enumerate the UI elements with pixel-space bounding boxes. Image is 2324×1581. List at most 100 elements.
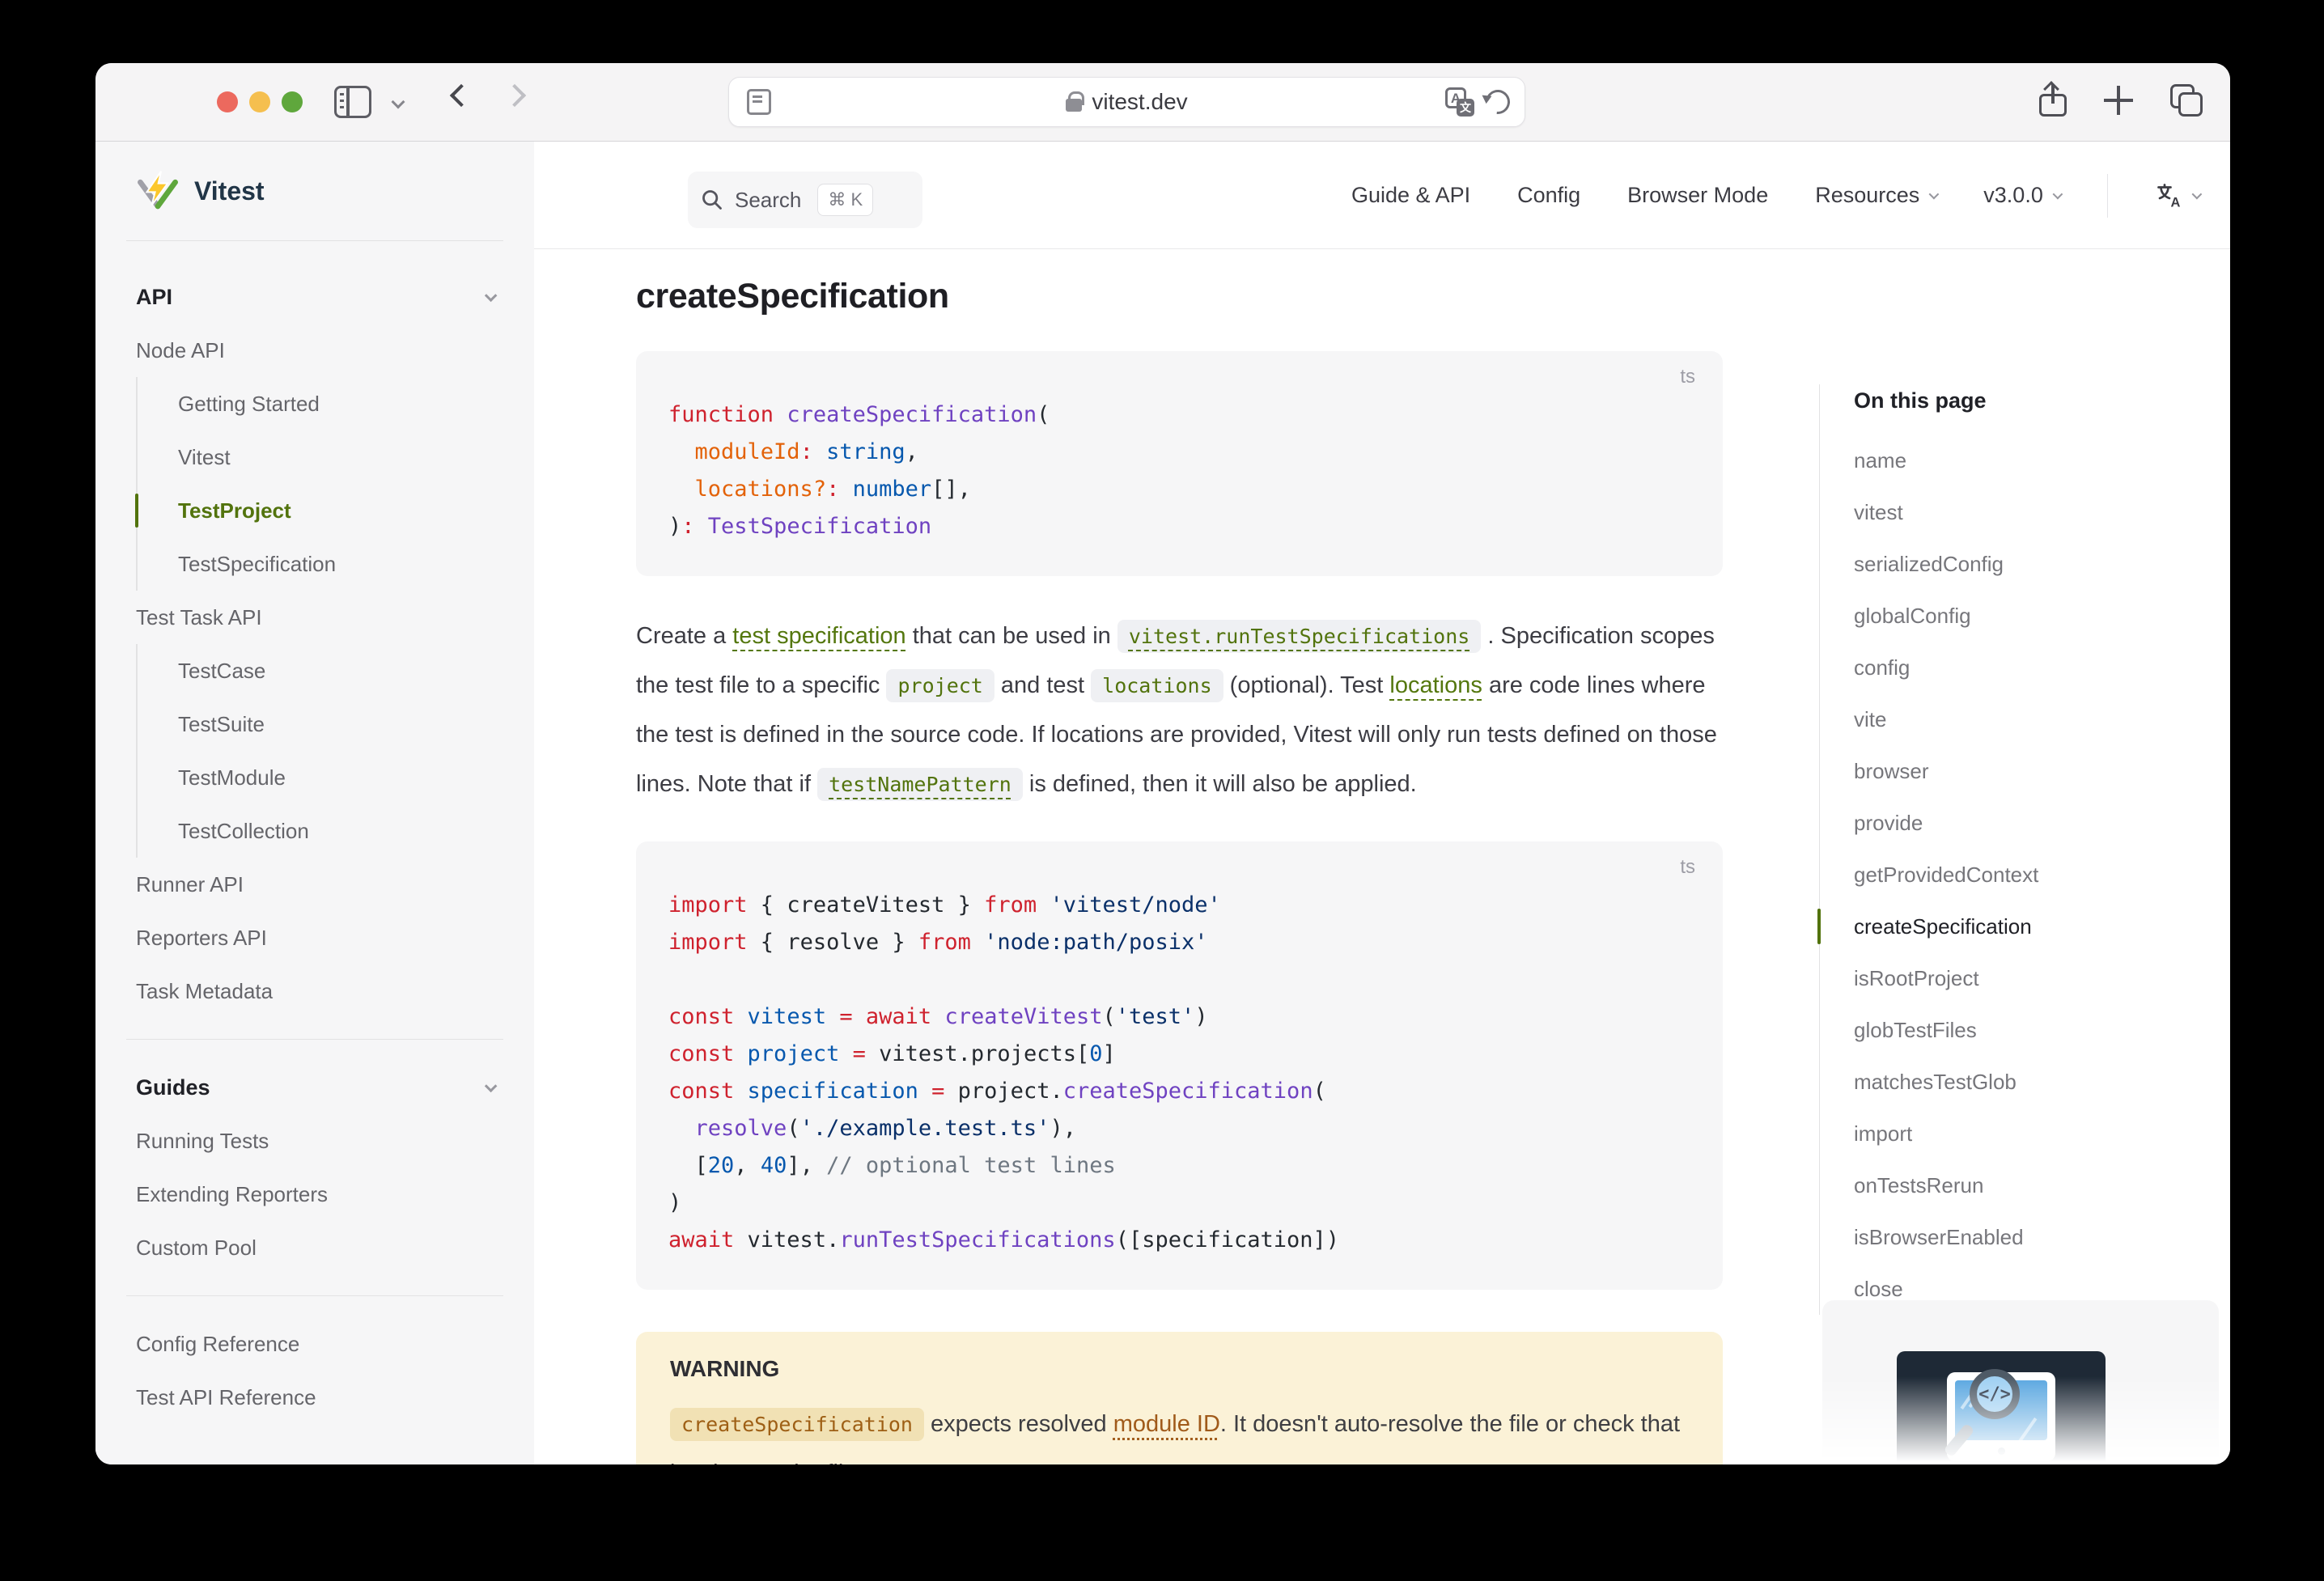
sidebar-menu-chevron-icon[interactable] [392,95,405,109]
sidebar-item-testcase[interactable]: TestCase [136,644,505,697]
description-paragraph: Create a test specification that can be … [636,612,1723,809]
site-title: Vitest [194,176,265,206]
sidebar-item-testspecification[interactable]: TestSpecification [136,537,505,591]
code-line: import { resolve } from 'node:path/posix… [668,924,1690,961]
outline-item-isbrowserenabled[interactable]: isBrowserEnabled [1854,1211,2230,1263]
inline-code[interactable]: locations [1091,669,1223,702]
outline-item-provide[interactable]: provide [1854,797,2230,849]
outline-item-ontestsrerun[interactable]: onTestsRerun [1854,1159,2230,1211]
inline-code[interactable]: vitest.runTestSpecifications [1117,620,1481,653]
translate-icon[interactable]: A 文 [1445,87,1474,117]
outline-item-import[interactable]: import [1854,1108,2230,1159]
sidebar-item-node-api[interactable]: Node API [125,324,505,377]
outline-item-serializedconfig[interactable]: serializedConfig [1854,538,2230,590]
outline-item-name[interactable]: name [1854,434,2230,486]
monitor-illustration: </> [1947,1372,2055,1461]
svg-text:A: A [2170,195,2180,210]
web-page: Vitest APINode APIGetting StartedVitestT… [95,142,2230,1464]
search-placeholder: Search [735,188,801,213]
reload-icon[interactable] [1481,85,1515,119]
code-line: const project = vitest.projects[0] [668,1036,1690,1073]
sidebar-item-vitest[interactable]: Vitest [136,430,505,484]
vitest-logo[interactable]: Vitest [125,142,505,240]
share-icon[interactable] [2039,84,2067,117]
browser-window: vitest.dev A 文 [95,63,2230,1464]
nav-menu-version[interactable]: v3.0.0 [1983,183,2060,208]
close-window-button[interactable] [217,91,238,112]
sidebar-item-testcollection[interactable]: TestCollection [136,804,505,858]
text: is defined, then it will also be applied… [1023,771,1417,797]
sponsor-box[interactable]: </> [1822,1300,2219,1464]
code-lang-badge: ts [1680,856,1695,879]
code-signature[interactable]: function createSpecification( moduleId: … [668,367,1690,545]
sidebar-section-label: API [136,285,172,310]
desktop: vitest.dev A 文 [0,0,2324,1581]
minimize-window-button[interactable] [249,91,270,112]
sidebar-item-running-tests[interactable]: Running Tests [125,1114,505,1168]
code-line: [20, 40], // optional test lines [668,1147,1690,1185]
zoom-window-button[interactable] [282,91,303,112]
url-text: vitest.dev [1092,89,1187,115]
outline-item-globalconfig[interactable]: globalConfig [1854,590,2230,642]
forward-button[interactable] [503,84,526,107]
sidebar-item-test-api-reference[interactable]: Test API Reference [125,1371,505,1424]
text: (optional). Test [1223,672,1390,698]
code-line: const specification = project.createSpec… [668,1073,1690,1110]
outline-item-matchestestglob[interactable]: matchesTestGlob [1854,1056,2230,1108]
url-display: vitest.dev [729,78,1525,126]
sidebar-item-getting-started[interactable]: Getting Started [136,377,505,430]
on-this-page-list: On this page namevitestserializedConfigg… [1819,384,2230,1315]
nav-menu-resources[interactable]: Resources [1815,183,1936,208]
warning-body: createSpecification expects resolved mod… [670,1400,1689,1464]
search-input[interactable]: Search ⌘ K [688,172,922,228]
tab-overview-icon[interactable] [2170,84,2203,117]
vitest-logo-icon [136,169,180,213]
doc-link[interactable]: locations [1389,672,1482,698]
nav-link-browser-mode[interactable]: Browser Mode [1627,183,1768,208]
outline-item-config[interactable]: config [1854,642,2230,693]
doc-link[interactable]: test specification [732,623,905,649]
sidebar-item-testproject[interactable]: TestProject [136,484,505,537]
outline-item-vite[interactable]: vite [1854,693,2230,745]
sidebar-section-guides[interactable]: Guides [125,1061,505,1114]
code-line: import { createVitest } from 'vitest/nod… [668,887,1690,924]
outline-item-isrootproject[interactable]: isRootProject [1854,952,2230,1004]
doc-link[interactable]: module ID [1113,1411,1220,1437]
inline-code[interactable]: project [886,669,994,702]
sidebar-item-runner-api[interactable]: Runner API [125,858,505,911]
language-menu[interactable]: A [2155,181,2199,210]
sidebar-divider [126,1295,503,1296]
sidebar-nav-list: API Node APIGetting StartedVitestTestProj… [125,241,505,1424]
doc-content: createSpecification ts function createSp… [636,249,1723,1464]
inline-code[interactable]: testNamePattern [817,768,1023,801]
sidebar-toggle-icon[interactable] [334,86,371,118]
sidebar-item-testsuite[interactable]: TestSuite [136,697,505,751]
translate-back-letter: 文 [1457,99,1474,117]
sidebar-item-reporters-api[interactable]: Reporters API [125,911,505,964]
sidebar-item-test-task-api[interactable]: Test Task API [125,591,505,644]
nav-link-guide-api[interactable]: Guide & API [1351,183,1470,208]
outline-item-browser[interactable]: browser [1854,745,2230,797]
browser-toolbar: vitest.dev A 文 [95,63,2230,142]
sidebar-item-config-reference[interactable]: Config Reference [125,1317,505,1371]
outline-item-createspecification[interactable]: createSpecification [1854,901,2230,952]
address-bar[interactable]: vitest.dev A 文 [728,77,1525,127]
code-example[interactable]: import { createVitest } from 'vitest/nod… [668,858,1690,1259]
on-this-page-aside: On this page namevitestserializedConfigg… [1819,384,2230,1315]
outline-item-vitest[interactable]: vitest [1854,486,2230,538]
sidebar-item-custom-pool[interactable]: Custom Pool [125,1221,505,1274]
code-line: resolve('./example.test.ts'), [668,1110,1690,1147]
monitor-button [1998,1447,2005,1455]
sidebar-item-testmodule[interactable]: TestModule [136,751,505,804]
chevron-down-icon [2052,189,2063,200]
code-line: ): TestSpecification [668,508,1690,545]
sidebar-section-api[interactable]: API [125,270,505,324]
new-tab-icon[interactable] [2104,86,2133,115]
sidebar-item-extending-reporters[interactable]: Extending Reporters [125,1168,505,1221]
back-button[interactable] [450,84,473,107]
chevron-down-icon [2191,189,2202,200]
sidebar-item-task-metadata[interactable]: Task Metadata [125,964,505,1018]
outline-item-getprovidedcontext[interactable]: getProvidedContext [1854,849,2230,901]
nav-link-config[interactable]: Config [1517,183,1580,208]
outline-item-globtestfiles[interactable]: globTestFiles [1854,1004,2230,1056]
